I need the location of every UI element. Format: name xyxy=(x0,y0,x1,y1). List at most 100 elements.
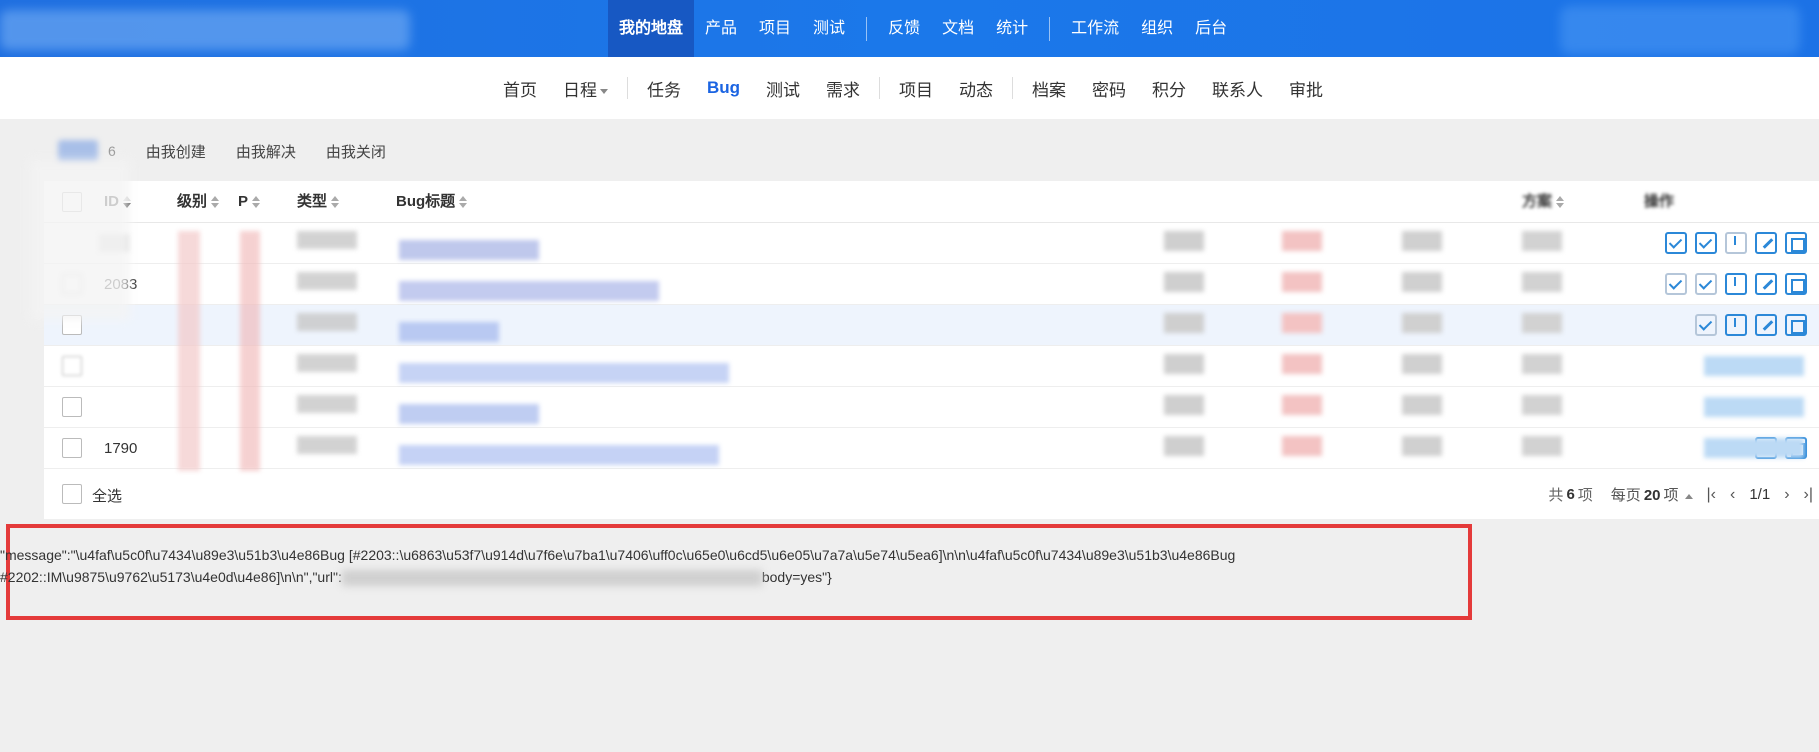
deadline-column-blur xyxy=(1282,231,1322,471)
sub-nav-home[interactable]: 首页 xyxy=(490,76,550,101)
header-actions: 操作 xyxy=(1644,193,1675,210)
row-checkbox[interactable] xyxy=(62,397,82,417)
header-severity-label: 级别 xyxy=(177,193,208,210)
status-column-blur xyxy=(1164,231,1204,471)
resolve-icon[interactable] xyxy=(1695,273,1717,295)
sub-nav-test[interactable]: 测试 xyxy=(753,76,813,101)
title-blur-3 xyxy=(399,322,499,342)
top-nav-stats[interactable]: 统计 xyxy=(985,0,1039,57)
sub-nav-profile[interactable]: 档案 xyxy=(1019,76,1079,101)
select-all-label[interactable]: 全选 xyxy=(92,485,122,506)
sub-nav: 首页 日程 任务 Bug 测试 需求 项目 动态 档案 密码 积分 联系人 审批 xyxy=(490,57,1336,119)
sub-nav-project[interactable]: 项目 xyxy=(886,76,946,101)
error-line-1: "message":"\u4faf\u5c0f\u7434\u89e3\u51b… xyxy=(0,547,1236,563)
filter-assigned-to-me[interactable] xyxy=(58,140,98,162)
sub-nav-story[interactable]: 需求 xyxy=(813,76,873,101)
sub-nav-schedule-label: 日程 xyxy=(563,80,597,100)
resolve-icon[interactable] xyxy=(1695,314,1717,336)
first-page-icon[interactable]: |‹ xyxy=(1707,486,1716,504)
sub-nav-bug[interactable]: Bug xyxy=(694,78,753,98)
header-solution-label: 方案 xyxy=(1522,193,1553,210)
per-page-selector[interactable]: 每页 20 项 xyxy=(1611,484,1693,505)
sub-nav-contacts[interactable]: 联系人 xyxy=(1199,76,1276,101)
error-line-2a: #2202::IM\u9875\u9762\u5173\u4e0d\u4e86]… xyxy=(0,569,342,585)
top-nav-workflow[interactable]: 工作流 xyxy=(1060,0,1130,57)
filter-count-badge: 6 xyxy=(108,143,116,159)
filter-resolved-by-me[interactable]: 由我解决 xyxy=(236,141,296,162)
filter-created-by-me[interactable]: 由我创建 xyxy=(146,141,206,162)
top-nav-org[interactable]: 组织 xyxy=(1130,0,1184,57)
type-column-blur xyxy=(297,231,357,471)
row-checkbox[interactable] xyxy=(62,438,82,458)
chevron-down-icon xyxy=(600,88,608,94)
per-page-value: 20 xyxy=(1643,487,1661,504)
sub-nav-divider xyxy=(879,77,881,99)
redacted-url xyxy=(341,570,762,587)
resolver-column-blur xyxy=(1402,231,1442,471)
bug-table-panel: ID 级别 P 类型 Bug标题 方案 操作 2083 xyxy=(44,181,1819,519)
top-nav-admin[interactable]: 后台 xyxy=(1184,0,1238,57)
top-nav: 我的地盘 产品 项目 测试 反馈 文档 统计 工作流 组织 后台 xyxy=(608,0,1238,57)
header-priority-label: P xyxy=(238,193,249,210)
top-nav-product[interactable]: 产品 xyxy=(694,0,748,57)
pager: 共 6 项 每页 20 项 |‹ ‹ 1/1 › ›| xyxy=(1548,470,1819,519)
copy-icon[interactable] xyxy=(1785,273,1807,295)
title-blur-1 xyxy=(399,240,539,260)
top-nav-divider xyxy=(1049,16,1051,41)
sub-nav-dynamic[interactable]: 动态 xyxy=(946,76,1006,101)
confirm-icon[interactable] xyxy=(1665,232,1687,254)
header-type[interactable]: 类型 xyxy=(297,181,340,223)
select-all-checkbox[interactable] xyxy=(62,484,82,504)
copy-icon[interactable] xyxy=(1785,314,1807,336)
prev-page-icon[interactable]: ‹ xyxy=(1730,486,1735,504)
sub-nav-divider xyxy=(627,77,628,99)
table-footer: 全选 共 6 项 每页 20 项 |‹ ‹ 1/1 › ›| xyxy=(44,470,1819,519)
logo-area xyxy=(0,10,410,50)
header-severity[interactable]: 级别 xyxy=(177,181,220,223)
sub-nav-schedule[interactable]: 日程 xyxy=(550,76,621,101)
sub-nav-score[interactable]: 积分 xyxy=(1139,76,1199,101)
sort-icon xyxy=(211,196,220,209)
copy-icon[interactable] xyxy=(1785,232,1807,254)
sort-icon xyxy=(331,196,340,209)
row-checkbox[interactable] xyxy=(62,356,82,376)
header-title-label: Bug标题 xyxy=(396,193,456,210)
total-count: 6 xyxy=(1566,486,1575,503)
filter-closed-by-me[interactable]: 由我关闭 xyxy=(326,141,386,162)
user-area xyxy=(1560,6,1800,54)
sort-icon xyxy=(252,196,261,209)
row-actions xyxy=(1657,232,1807,254)
table-header: ID 级别 P 类型 Bug标题 方案 操作 xyxy=(44,181,1819,223)
header-title[interactable]: Bug标题 xyxy=(396,181,468,223)
header-solution[interactable]: 方案 xyxy=(1522,181,1565,223)
total-suffix: 项 xyxy=(1577,487,1593,504)
sub-nav-password[interactable]: 密码 xyxy=(1079,76,1139,101)
close-bug-icon[interactable] xyxy=(1725,273,1747,295)
top-nav-test[interactable]: 测试 xyxy=(802,0,856,57)
sort-icon xyxy=(459,196,468,209)
priority-column-blur xyxy=(240,231,260,471)
top-nav-doc[interactable]: 文档 xyxy=(931,0,985,57)
top-nav-my[interactable]: 我的地盘 xyxy=(608,0,695,57)
top-nav-project[interactable]: 项目 xyxy=(748,0,802,57)
edit-icon[interactable] xyxy=(1755,273,1777,295)
severity-column-blur xyxy=(178,231,200,471)
total-prefix: 共 xyxy=(1548,487,1564,504)
page-indicator: 1/1 xyxy=(1749,486,1771,503)
next-page-icon[interactable]: › xyxy=(1784,486,1789,504)
sub-nav-task[interactable]: 任务 xyxy=(634,76,694,101)
title-blur-6 xyxy=(399,445,719,465)
confirm-icon[interactable] xyxy=(1665,273,1687,295)
top-nav-divider xyxy=(866,16,868,41)
top-nav-feedback[interactable]: 反馈 xyxy=(877,0,931,57)
per-page-suffix: 项 xyxy=(1663,487,1679,504)
resolve-icon[interactable] xyxy=(1695,232,1717,254)
edit-icon[interactable] xyxy=(1755,314,1777,336)
error-message: "message":"\u4faf\u5c0f\u7434\u89e3\u51b… xyxy=(0,544,1450,588)
last-page-icon[interactable]: ›| xyxy=(1804,486,1813,504)
close-bug-icon[interactable] xyxy=(1725,314,1747,336)
edit-icon[interactable] xyxy=(1755,232,1777,254)
close-bug-icon[interactable] xyxy=(1725,232,1747,254)
header-priority[interactable]: P xyxy=(238,181,261,223)
sub-nav-review[interactable]: 审批 xyxy=(1276,76,1336,101)
